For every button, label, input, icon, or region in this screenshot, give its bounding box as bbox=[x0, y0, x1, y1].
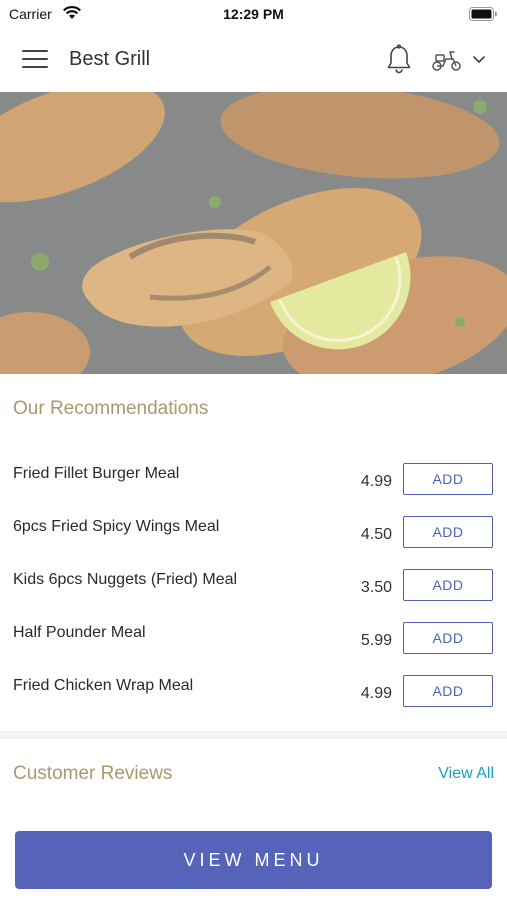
list-item: 6pcs Fried Spicy Wings Meal 4.50 ADD bbox=[0, 516, 507, 571]
item-name: 6pcs Fried Spicy Wings Meal bbox=[13, 518, 220, 535]
item-price: 4.99 bbox=[360, 685, 392, 702]
view-all-link[interactable]: View All bbox=[438, 765, 494, 783]
menu-icon[interactable] bbox=[22, 50, 48, 70]
item-name: Kids 6pcs Nuggets (Fried) Meal bbox=[13, 571, 238, 588]
restaurant-title: Best Grill bbox=[69, 48, 151, 70]
reviews-heading: Customer Reviews bbox=[13, 763, 173, 784]
add-button[interactable]: ADD bbox=[403, 622, 493, 654]
clock-time: 12:29 PM bbox=[223, 6, 284, 22]
bell-icon[interactable] bbox=[385, 44, 413, 76]
item-price: 4.99 bbox=[360, 473, 392, 490]
view-menu-button[interactable]: VIEW MENU bbox=[15, 831, 492, 889]
hero-food-image bbox=[0, 92, 507, 374]
item-price: 4.50 bbox=[360, 526, 392, 543]
list-item: Kids 6pcs Nuggets (Fried) Meal 3.50 ADD bbox=[0, 569, 507, 624]
item-price: 3.50 bbox=[360, 579, 392, 596]
section-divider bbox=[0, 731, 507, 739]
item-name: Fried Fillet Burger Meal bbox=[13, 465, 180, 482]
list-item: Half Pounder Meal 5.99 ADD bbox=[0, 622, 507, 677]
item-name: Half Pounder Meal bbox=[13, 624, 146, 641]
add-button[interactable]: ADD bbox=[403, 463, 493, 495]
item-price: 5.99 bbox=[360, 632, 392, 649]
list-item: Fried Fillet Burger Meal 4.99 ADD bbox=[0, 463, 507, 518]
recommendations-heading: Our Recommendations bbox=[13, 398, 209, 419]
chevron-down-icon[interactable] bbox=[472, 54, 486, 66]
app-header: Best Grill bbox=[0, 28, 507, 92]
scooter-icon[interactable] bbox=[431, 48, 463, 72]
add-button[interactable]: ADD bbox=[403, 675, 493, 707]
add-button[interactable]: ADD bbox=[403, 569, 493, 601]
status-bar: Carrier 12:29 PM bbox=[0, 0, 507, 28]
item-name: Fried Chicken Wrap Meal bbox=[13, 677, 194, 694]
list-item: Fried Chicken Wrap Meal 4.99 ADD bbox=[0, 675, 507, 730]
battery-icon bbox=[469, 7, 497, 21]
add-button[interactable]: ADD bbox=[403, 516, 493, 548]
